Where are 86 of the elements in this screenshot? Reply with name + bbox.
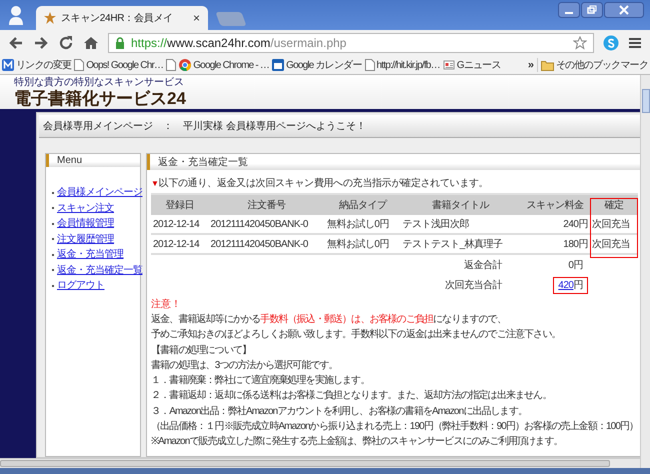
extension-icon[interactable] xyxy=(603,35,619,51)
lock-icon xyxy=(115,37,125,49)
restore-icon[interactable] xyxy=(581,2,603,18)
site-logo: 電子書籍化サービス24 xyxy=(14,89,187,108)
total-amount: 0円 xyxy=(567,259,584,273)
horizontal-scrollbar[interactable] xyxy=(0,458,640,468)
site-tagline: 特別な貴方の特別なスキャンサービス xyxy=(14,77,185,89)
column-header: 注文番号 xyxy=(208,194,325,215)
caution-text: ３．Amazon出品：弊社Amazonアカウントを利用し、お客様の書籍をAmazonに出品します。 xyxy=(151,404,528,419)
chrome-icon xyxy=(179,59,192,71)
caution-text: ※Amazonで販売成立した際に発生する売上金額は、弊社のスキャンサービスにのみご利用頂けます。 xyxy=(151,434,564,450)
bookmark-star-icon[interactable] xyxy=(573,36,587,50)
caution-text: 【書籍の処理について】 xyxy=(151,344,252,358)
bookmark-item[interactable] xyxy=(166,59,176,71)
bookmark-item[interactable]: Gニュース xyxy=(442,58,501,72)
table-cell: 240円 xyxy=(520,215,590,234)
total-label: 次回充当合計 xyxy=(444,278,504,293)
caution-text: ２．書籍返却：返却に係る送料はお客様ご負担となります。また、返却方法の指定は出来ません。 xyxy=(151,388,552,404)
page-icon xyxy=(166,59,176,71)
user-silhouette-icon[interactable] xyxy=(8,5,24,25)
menu-icon[interactable] xyxy=(628,36,642,50)
table-cell: 2012-12-14 xyxy=(151,215,209,234)
column-header: 登録日 xyxy=(151,194,209,215)
table-cell: 2012111420450BANK-0 xyxy=(208,215,325,234)
close-window-icon[interactable] xyxy=(604,2,644,18)
menu-link[interactable]: ログアウト xyxy=(57,278,104,294)
app-icon xyxy=(2,59,14,71)
calendar-icon xyxy=(272,59,284,71)
star-favicon-icon xyxy=(44,12,56,24)
bookmark-item[interactable]: Oops! Google Chr… xyxy=(74,59,164,71)
scroll-thumb[interactable] xyxy=(0,460,610,467)
tab-title: スキャン24HR：会員メイ xyxy=(61,12,174,25)
menu-heading: Menu xyxy=(46,154,140,167)
column-header: 確定 xyxy=(590,194,638,215)
home-icon[interactable] xyxy=(83,35,99,51)
menu-link[interactable]: 返金・充当確定一覧 xyxy=(57,262,142,278)
caution-text: 書籍の処理は、3つの方法から選択可能です。 xyxy=(151,358,339,373)
triangle-marker: ▼ xyxy=(151,179,159,188)
page-icon xyxy=(364,59,375,71)
menu-link[interactable]: スキャン注文 xyxy=(57,200,114,216)
close-tab-button[interactable]: × xyxy=(192,11,200,25)
table-cell: 2012111420450BANK-0 xyxy=(208,234,325,254)
menu-link[interactable]: 会員様メインページ xyxy=(57,185,142,200)
welcome-text: 会員様専用メインページ ： 平川実様 会員様専用ページへようこそ！ xyxy=(43,121,366,132)
forward-arrow-icon[interactable] xyxy=(33,35,49,51)
bookmark-item[interactable]: リンクの変更 xyxy=(2,58,72,72)
bookmarks-overflow-button[interactable]: » xyxy=(528,59,534,71)
table-cell: 次回充当 xyxy=(590,234,638,254)
other-bookmarks-button[interactable]: その他のブックマーク xyxy=(536,58,648,72)
scroll-thumb[interactable] xyxy=(642,89,650,113)
table-cell: 無料お試し0円 xyxy=(324,234,401,254)
column-header: 書籍タイトル xyxy=(400,194,520,215)
table-cell: 180円 xyxy=(520,234,590,254)
section-heading: 返金・充当確定一覧 xyxy=(147,154,640,170)
minimize-icon[interactable] xyxy=(558,2,580,18)
total-label: 返金合計 xyxy=(151,254,520,275)
menu-link[interactable]: 返金・充当管理 xyxy=(57,247,124,262)
table-cell: テスト浅田次郎 xyxy=(400,215,520,234)
folder-icon xyxy=(540,60,554,70)
news-icon xyxy=(442,59,455,71)
caution-text: （出品価格：１円※販売成立時Amazonから振り込まれる売上：190円（弊社手数料：90円）お客様の売上金額：100円） xyxy=(151,420,638,434)
browser-tab[interactable]: スキャン24HR：会員メイ × xyxy=(36,6,208,30)
vertical-scrollbar[interactable] xyxy=(640,75,650,468)
caution-title: 注意！ xyxy=(151,298,182,312)
menu-link[interactable]: 会員情報管理 xyxy=(57,216,114,232)
page-icon xyxy=(74,59,84,71)
bookmark-item[interactable]: Google Chrome - … xyxy=(179,59,270,71)
total-amount: 420円 xyxy=(553,277,588,294)
caution-text: １．書籍廃棄：弊社にて適宜廃棄処理を実施します。 xyxy=(151,374,370,388)
column-header: スキャン料金 xyxy=(520,194,590,215)
amount-link[interactable]: 420 xyxy=(558,280,574,291)
table-cell: 無料お試し0円 xyxy=(324,215,401,234)
caution-text: 予めご承知おきのほどよろしくお願い致します。手数料以下の返金は出来ませんのでご注意下さい。 xyxy=(151,328,562,342)
back-arrow-icon[interactable] xyxy=(8,35,24,51)
bookmark-item[interactable]: Google カレンダー xyxy=(272,58,362,72)
notice-text: 以下の通り、返金又は次回スキャン費用への充当指示が確定されています。 xyxy=(158,178,488,189)
reload-icon[interactable] xyxy=(58,35,74,51)
table-cell: テストテスト_林真理子 xyxy=(400,234,520,254)
address-bar[interactable]: https://www.scan24hr.com/usermain.php xyxy=(108,33,594,53)
url-text: https://www.scan24hr.com/usermain.php xyxy=(131,36,348,50)
menu-link[interactable]: 注文履歴管理 xyxy=(57,232,114,247)
bookmark-item[interactable]: http://hit.kir.jp/fb… xyxy=(364,59,440,71)
caution-text: 返金、書籍返却等にかかる手数料（振込・郵送）は、お客様のご負担になりますので、 xyxy=(151,312,507,327)
table-cell: 2012-12-14 xyxy=(151,234,209,254)
column-header: 納品タイプ xyxy=(324,194,401,215)
table-cell: 次回充当 xyxy=(590,215,638,234)
